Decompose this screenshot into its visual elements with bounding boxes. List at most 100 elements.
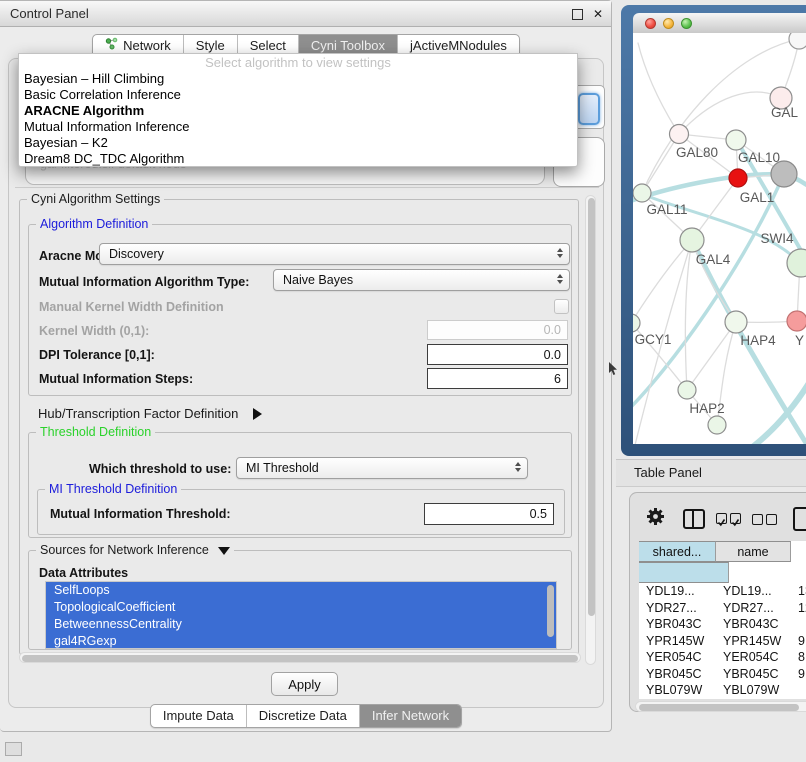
dpi-tolerance-input[interactable] [427, 344, 568, 365]
node-gcy1[interactable] [633, 314, 640, 332]
table-options-icon[interactable] [793, 507, 806, 531]
dropdown-items: Bayesian – Hill ClimbingBasic Correlatio… [19, 71, 577, 167]
node-hap4[interactable] [725, 311, 747, 333]
which-threshold-value: MI Threshold [246, 461, 319, 475]
settings-vertical-scrollbar[interactable] [585, 195, 596, 665]
dropdown-item-mutual-information-inference[interactable]: Mutual Information Inference [19, 119, 577, 135]
settings-scroll-viewport: Cyni Algorithm Settings Algorithm Defini… [15, 187, 599, 667]
settings-vertical-scrollbar-thumb[interactable] [588, 198, 595, 616]
column-header-shared[interactable]: shared... [639, 541, 716, 562]
close-window-button[interactable] [645, 18, 656, 29]
control-panel-title: Control Panel [10, 6, 89, 21]
node-gal80[interactable] [670, 125, 689, 144]
dock-panel-icon[interactable] [5, 742, 22, 756]
mi-threshold-definition-title: MI Threshold Definition [45, 482, 181, 496]
table-row[interactable]: YDL19...YDL19...13 [639, 583, 806, 600]
which-threshold-label: Which threshold to use: [89, 459, 231, 479]
attribute-item-topologicalcoefficient[interactable]: TopologicalCoefficient [46, 599, 556, 616]
mi-algorithm-type-select[interactable]: Naive Bayes [273, 269, 570, 291]
column-header-cut[interactable] [639, 562, 729, 583]
dropdown-item-bayesian-hill-climbing[interactable]: Bayesian – Hill Climbing [19, 71, 577, 87]
table-cell: YBL079W [639, 682, 716, 699]
node-hap2[interactable] [678, 381, 696, 399]
hub-definition-toggle[interactable]: Hub/Transcription Factor Definition [38, 404, 262, 424]
dropdown-item-dream8-dc-tdc-algorithm[interactable]: Dream8 DC_TDC Algorithm [19, 151, 577, 167]
mi-threshold-definition-group: MI Threshold Definition Mutual Informati… [37, 489, 565, 535]
table-cell: 9. [791, 699, 806, 700]
node-gal10[interactable] [726, 130, 746, 150]
node-salmon[interactable] [787, 311, 806, 331]
table-row[interactable]: YER054CYER054C8. [639, 649, 806, 666]
node-gal80-label: GAL80 [676, 145, 718, 160]
aracne-mode-select[interactable]: Discovery [99, 243, 570, 265]
dropdown-item-basic-correlation-inference[interactable]: Basic Correlation Inference [19, 87, 577, 103]
node-gal4-label: GAL4 [696, 252, 731, 267]
table-row[interactable]: YBL079WYBL079W [639, 682, 806, 699]
algorithm-dropdown: Select algorithm to view settings Bayesi… [18, 53, 578, 167]
network-canvas[interactable]: GALGAL80GAL10GAL1GAL11GAL4SWI4GCY1HAP4YH… [633, 33, 806, 444]
hub-definition-label: Hub/Transcription Factor Definition [38, 406, 238, 421]
mi-threshold-label: Mutual Information Threshold: [50, 504, 231, 524]
stepper-arrows-icon [557, 248, 563, 258]
mi-steps-input[interactable] [427, 368, 568, 389]
bottom-tab-discretize-data[interactable]: Discretize Data [246, 705, 359, 727]
attribute-item-selfloops[interactable]: SelfLoops [46, 582, 556, 599]
table-row[interactable]: YLR345WYLR345W9. [639, 699, 806, 700]
settings-horizontal-scrollbar[interactable] [19, 652, 581, 663]
attribute-item-betweennesscentrality[interactable]: BetweennessCentrality [46, 616, 556, 633]
apply-button[interactable]: Apply [271, 672, 338, 696]
checked-box-icon[interactable] [730, 513, 741, 524]
table-cell: YBR045C [639, 666, 716, 683]
minimize-window-button[interactable] [663, 18, 674, 29]
kernel-width-input[interactable] [427, 320, 568, 340]
attribute-item-gal4rgexp[interactable]: gal4RGexp [46, 633, 556, 649]
network-edge [687, 322, 736, 390]
threshold-definition-group: Threshold Definition Which threshold to … [28, 432, 572, 538]
node-gal1-label: GAL1 [740, 190, 775, 205]
unchecked-box-icon[interactable] [766, 514, 777, 525]
close-panel-icon[interactable]: ✕ [593, 6, 603, 22]
bottom-tabs: Impute DataDiscretize Data Infer Network [150, 704, 462, 728]
sources-group-title[interactable]: Sources for Network Inference [36, 543, 234, 557]
float-panel-icon[interactable] [572, 9, 583, 20]
node-gal1[interactable] [729, 169, 747, 187]
column-header-name[interactable]: name [716, 541, 791, 562]
cyni-algorithm-settings-title: Cyni Algorithm Settings [27, 192, 164, 206]
table-cell: YBR043C [639, 616, 716, 633]
mi-threshold-input[interactable] [424, 503, 554, 525]
dpi-tolerance-label: DPI Tolerance [0,1]: [39, 345, 155, 365]
checked-box-icon[interactable] [716, 513, 727, 524]
dropdown-item-aracne-algorithm[interactable]: ARACNE Algorithm [19, 103, 577, 119]
table-cell: YBR043C [716, 616, 791, 633]
table-row[interactable]: YDR27...YDR27...12 [639, 600, 806, 617]
unchecked-box-icon[interactable] [752, 514, 763, 525]
node-gal11[interactable] [633, 184, 651, 202]
data-attributes-label: Data Attributes [39, 563, 128, 583]
table-horizontal-scrollbar-thumb[interactable] [639, 704, 799, 711]
table-cell: YER054C [716, 649, 791, 666]
bottom-tab-impute-data[interactable]: Impute Data [151, 705, 246, 727]
columns-icon[interactable] [683, 509, 705, 529]
manual-kernel-width-checkbox[interactable] [554, 299, 569, 314]
zoom-window-button[interactable] [681, 18, 692, 29]
gear-icon[interactable] [646, 507, 665, 526]
dropdown-item-bayesian-k2[interactable]: Bayesian – K2 [19, 135, 577, 151]
table-row[interactable]: YBR043CYBR043C [639, 616, 806, 633]
node-bottom-partial[interactable] [708, 416, 726, 434]
which-threshold-select[interactable]: MI Threshold [236, 457, 528, 479]
algorithm-definition-group: Algorithm Definition Aracne Mode: Discov… [28, 224, 572, 396]
table-row[interactable]: YPR145WYPR145W9. [639, 633, 806, 650]
node-gal4[interactable] [680, 228, 704, 252]
data-attributes-list[interactable]: SelfLoopsTopologicalCoefficientBetweenne… [45, 581, 557, 649]
combobox-focused-stepper-icon [578, 93, 600, 125]
settings-horizontal-scrollbar-thumb[interactable] [22, 655, 578, 662]
stepper-arrows-icon [557, 274, 563, 284]
attribute-list-scrollbar-thumb[interactable] [547, 585, 554, 637]
table-cell [791, 682, 806, 699]
node-top-partial[interactable] [789, 33, 806, 49]
tab-label: Infer Network [372, 705, 449, 727]
table-horizontal-scrollbar[interactable] [635, 701, 806, 712]
table-row[interactable]: YBR045CYBR045C9. [639, 666, 806, 683]
bottom-tab-infer-network[interactable]: Infer Network [359, 705, 461, 727]
table-cell: YBR045C [716, 666, 791, 683]
